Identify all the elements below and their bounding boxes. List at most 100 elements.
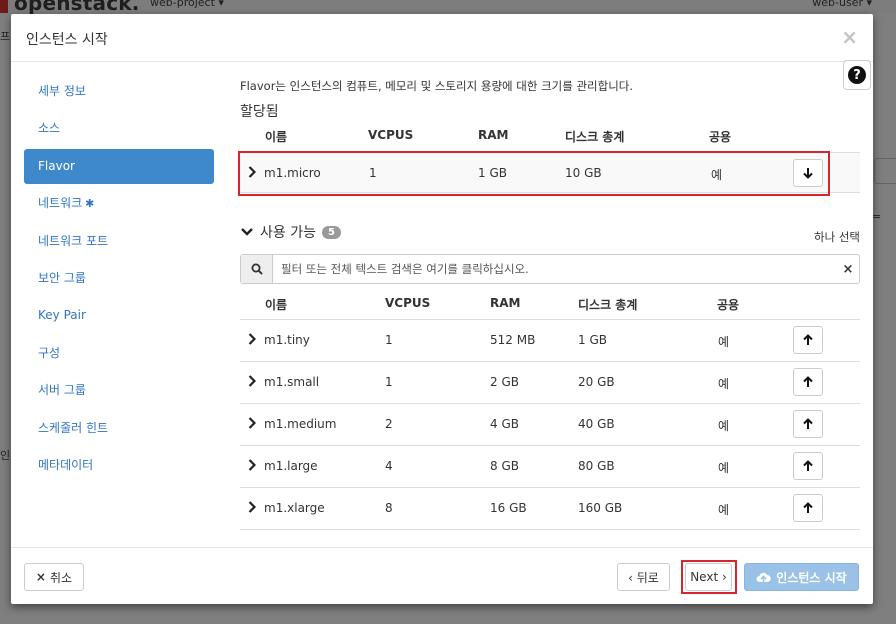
- chevron-down-icon: [241, 228, 253, 236]
- deallocate-button[interactable]: [793, 159, 823, 187]
- allocate-button[interactable]: [793, 410, 823, 438]
- sidebar-item-network-ports[interactable]: 네트워크 포트: [24, 224, 214, 259]
- sidebar-item-label: 보안 그룹: [38, 270, 86, 285]
- sidebar-item-label: 스케줄러 힌트: [38, 420, 109, 435]
- flavor-disk: 1 GB: [578, 333, 607, 347]
- sidebar-item-metadata[interactable]: 메타데이터: [24, 448, 214, 483]
- background-control: [874, 158, 896, 184]
- sidebar-item-label: 메타데이터: [38, 457, 94, 472]
- flavor-ram: 4 GB: [490, 417, 519, 431]
- clear-filter-icon[interactable]: ×: [837, 255, 859, 283]
- sidebar-item-security-groups[interactable]: 보안 그룹: [24, 261, 214, 296]
- sidebar-item-label: 서버 그룹: [38, 383, 86, 398]
- flavor-ram: 2 GB: [490, 375, 519, 389]
- available-count-badge: 5: [321, 225, 341, 239]
- flavor-disk: 160 GB: [578, 501, 623, 515]
- cancel-button[interactable]: × 취소: [24, 563, 84, 591]
- column-vcpus: VCPUS: [368, 128, 414, 142]
- chevron-right-icon[interactable]: [248, 332, 256, 346]
- allocated-title: 할당됨: [240, 104, 279, 120]
- available-section-toggle[interactable]: 사용 가능 5: [240, 222, 341, 242]
- sidebar-item-label: 소스: [38, 121, 61, 136]
- chevron-right-icon[interactable]: [248, 165, 256, 179]
- chevron-right-icon[interactable]: [248, 458, 256, 472]
- flavor-public: 예: [718, 461, 730, 475]
- allocate-button[interactable]: [793, 326, 823, 354]
- sidebar-item-label: Key Pair: [38, 308, 86, 323]
- available-row[interactable]: m1.xlarge 8 16 GB 160 GB 예: [240, 487, 860, 529]
- chevron-right-icon[interactable]: [248, 416, 256, 430]
- background-header: openstack. web-project ▾ web-user ▾: [0, 0, 896, 14]
- arrow-up-icon: [803, 460, 813, 471]
- column-ram: RAM: [490, 296, 521, 310]
- flavor-ram: 8 GB: [490, 459, 519, 473]
- background-text-fragment: =: [872, 210, 882, 223]
- arrow-up-icon: [803, 334, 813, 345]
- flavor-name: m1.medium: [264, 417, 337, 431]
- flavor-public: 예: [718, 377, 730, 391]
- column-disk: 디스크 총계: [565, 130, 625, 144]
- sidebar-item-label: 네트워크: [38, 196, 83, 211]
- sidebar-item-configuration[interactable]: 구성: [24, 336, 214, 371]
- next-highlight-box: [681, 560, 737, 594]
- question-icon: ?: [848, 66, 866, 84]
- close-icon[interactable]: ×: [841, 25, 858, 49]
- filter-input[interactable]: [273, 255, 837, 283]
- column-name: 이름: [265, 130, 288, 144]
- back-label: ‹ 뒤로: [628, 570, 659, 585]
- launch-instance-modal: 인스턴스 시작 × ? 세부 정보 소스 Flavor 네트워크 ✱ 네트워크 포…: [11, 14, 873, 604]
- flavor-disk: 20 GB: [578, 375, 615, 389]
- background-text-fragment: 인: [0, 449, 11, 462]
- sidebar-item-label: 세부 정보: [38, 84, 86, 98]
- flavor-ram: 512 MB: [490, 333, 536, 347]
- sidebar-item-networks[interactable]: 네트워크 ✱: [24, 186, 214, 221]
- launch-label: 인스턴스 시작: [776, 570, 847, 585]
- sidebar-item-scheduler-hints[interactable]: 스케줄러 힌트: [24, 411, 214, 446]
- flavor-public: 예: [718, 503, 730, 517]
- sidebar-item-label: 네트워크 포트: [38, 233, 109, 248]
- allocate-button[interactable]: [793, 452, 823, 480]
- sidebar-item-server-groups[interactable]: 서버 그룹: [24, 373, 214, 408]
- flavor-disk: 10 GB: [565, 166, 602, 180]
- allocate-button[interactable]: [793, 494, 823, 522]
- launch-instance-button[interactable]: 인스턴스 시작: [744, 563, 859, 591]
- available-row[interactable]: m1.tiny 1 512 MB 1 GB 예: [240, 319, 860, 361]
- table-bottom-border: [240, 529, 860, 530]
- flavor-description: Flavor는 인스턴스의 컴퓨트, 메모리 및 스토리지 용량에 대한 크기를…: [240, 79, 634, 93]
- sidebar-item-source[interactable]: 소스: [24, 111, 214, 146]
- search-icon: [251, 263, 263, 275]
- chevron-right-icon[interactable]: [248, 500, 256, 514]
- column-public: 공용: [717, 298, 740, 312]
- select-one-label: 하나 선택: [814, 230, 860, 244]
- modal-header: 인스턴스 시작 ×: [11, 14, 873, 62]
- flavor-public: 예: [718, 419, 730, 433]
- cancel-label: 취소: [49, 570, 73, 585]
- project-selector: web-project ▾: [150, 0, 224, 9]
- flavor-disk: 80 GB: [578, 459, 615, 473]
- column-name: 이름: [265, 298, 288, 312]
- sidebar-item-flavor[interactable]: Flavor: [24, 148, 214, 184]
- allocate-button[interactable]: [793, 368, 823, 396]
- flavor-vcpus: 4: [385, 459, 393, 473]
- available-row[interactable]: m1.small 1 2 GB 20 GB 예: [240, 361, 860, 403]
- openstack-logo: openstack.: [0, 0, 140, 14]
- arrow-down-icon: [803, 168, 813, 179]
- flavor-ram: 1 GB: [478, 166, 507, 180]
- sidebar-item-label: Flavor: [38, 158, 75, 173]
- arrow-up-icon: [803, 502, 813, 513]
- sidebar-item-key-pair[interactable]: Key Pair: [24, 298, 214, 333]
- flavor-vcpus: 8: [385, 501, 393, 515]
- flavor-name: m1.micro: [264, 166, 321, 180]
- available-row[interactable]: m1.large 4 8 GB 80 GB 예: [240, 445, 860, 487]
- chevron-right-icon[interactable]: [248, 374, 256, 388]
- column-ram: RAM: [478, 128, 509, 142]
- close-icon: ×: [35, 570, 46, 584]
- user-menu: web-user ▾: [812, 0, 872, 9]
- available-row[interactable]: m1.medium 2 4 GB 40 GB 예: [240, 403, 860, 445]
- help-button[interactable]: ?: [843, 60, 871, 90]
- back-button[interactable]: ‹ 뒤로: [617, 563, 670, 591]
- cloud-upload-icon: [756, 572, 772, 583]
- column-disk: 디스크 총계: [578, 298, 638, 312]
- sidebar-item-details[interactable]: 세부 정보: [24, 74, 214, 109]
- allocated-row[interactable]: m1.micro 1 1 GB 10 GB 예: [240, 152, 860, 193]
